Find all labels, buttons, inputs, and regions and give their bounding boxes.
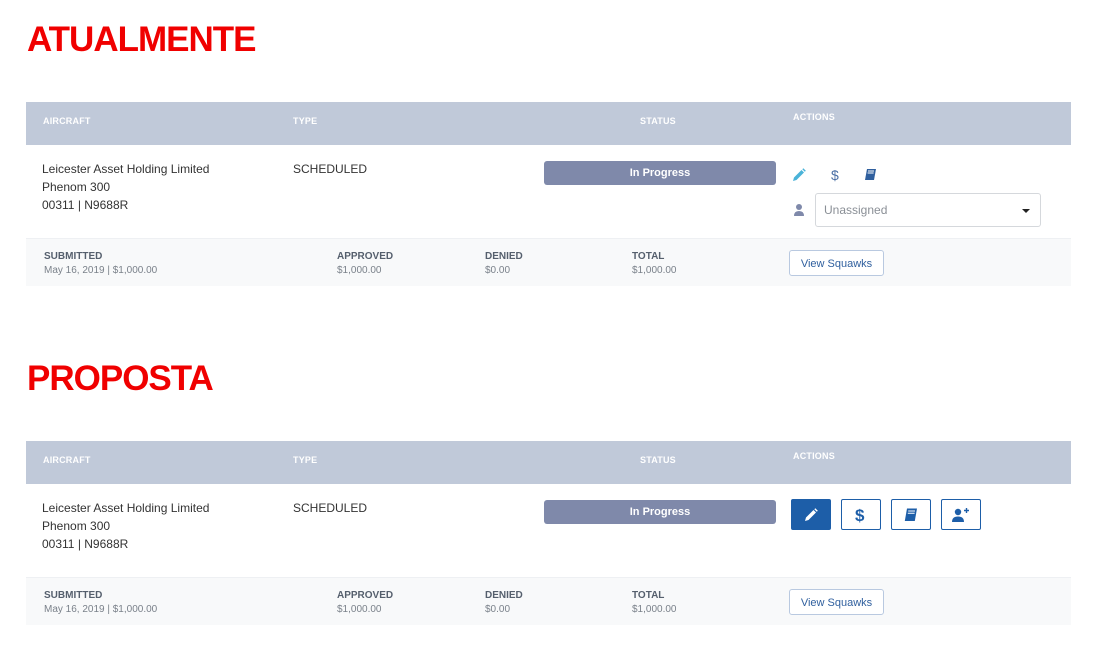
order-type: SCHEDULED [293,501,368,515]
dollar-icon[interactable]: $ [829,167,849,187]
aircraft-registration: 00311 | N9688R [42,198,129,212]
header-actions: ACTIONS [793,451,835,461]
total-label: TOTAL [632,251,665,262]
denied-label: DENIED [485,590,523,601]
denied-value: $0.00 [485,604,511,615]
submitted-value: May 16, 2019 | $1,000.00 [44,265,158,276]
header-status: STATUS [640,455,676,465]
aircraft-registration: 00311 | N9688R [42,537,129,551]
work-order-card-proposed: AIRCRAFT TYPE STATUS ACTIONS Leicester A… [26,441,1071,625]
aircraft-model: Phenom 300 [42,180,111,194]
header-type: TYPE [293,455,318,465]
aircraft-model: Phenom 300 [42,519,111,533]
edit-button[interactable] [791,499,831,530]
total-value: $1,000.00 [632,265,677,276]
table-header: AIRCRAFT TYPE STATUS ACTIONS [26,102,1071,145]
submitted-value: May 16, 2019 | $1,000.00 [44,604,158,615]
section-title-current: ATUALMENTE [27,20,256,59]
approved-value: $1,000.00 [337,265,382,276]
status-badge: In Progress [544,161,776,185]
book-icon[interactable] [863,167,883,187]
header-status: STATUS [640,116,676,126]
approved-label: APPROVED [337,251,394,262]
total-label: TOTAL [632,590,665,601]
view-squawks-button[interactable]: View Squawks [789,250,884,276]
chevron-down-icon [1022,209,1030,213]
edit-icon[interactable] [791,167,811,187]
svg-text:$: $ [831,167,839,183]
assignee-select[interactable]: Unassigned [815,193,1041,227]
table-header: AIRCRAFT TYPE STATUS ACTIONS [26,441,1071,484]
user-icon [793,203,813,223]
view-squawks-button[interactable]: View Squawks [789,589,884,615]
aircraft-info: Leicester Asset Holding Limited Phenom 3… [42,499,209,553]
add-user-icon [952,507,969,522]
header-aircraft: AIRCRAFT [43,116,91,126]
billing-button[interactable]: $ [841,499,881,530]
total-value: $1,000.00 [632,604,677,615]
header-aircraft: AIRCRAFT [43,455,91,465]
aircraft-info: Leicester Asset Holding Limited Phenom 3… [42,160,209,214]
section-title-proposed: PROPOSTA [27,359,214,398]
approved-label: APPROVED [337,590,394,601]
summary-footer: SUBMITTED May 16, 2019 | $1,000.00 APPRO… [26,578,1071,625]
order-type: SCHEDULED [293,162,368,176]
edit-icon [805,507,818,521]
submitted-label: SUBMITTED [44,590,103,601]
dollar-icon: $ [855,506,865,524]
logbook-button[interactable] [891,499,931,530]
book-icon [904,508,917,521]
assign-user-button[interactable] [941,499,981,530]
submitted-label: SUBMITTED [44,251,103,262]
denied-value: $0.00 [485,265,511,276]
approved-value: $1,000.00 [337,604,382,615]
aircraft-owner: Leicester Asset Holding Limited [42,162,210,176]
header-actions: ACTIONS [793,112,835,122]
summary-footer: SUBMITTED May 16, 2019 | $1,000.00 APPRO… [26,239,1071,286]
header-type: TYPE [293,116,318,126]
aircraft-owner: Leicester Asset Holding Limited [42,501,210,515]
denied-label: DENIED [485,251,523,262]
status-badge: In Progress [544,500,776,524]
assignee-select-value: Unassigned [824,203,888,217]
table-row: Leicester Asset Holding Limited Phenom 3… [26,484,1071,578]
svg-text:$: $ [855,506,865,524]
work-order-card-current: AIRCRAFT TYPE STATUS ACTIONS Leicester A… [26,102,1071,286]
table-row: Leicester Asset Holding Limited Phenom 3… [26,145,1071,239]
